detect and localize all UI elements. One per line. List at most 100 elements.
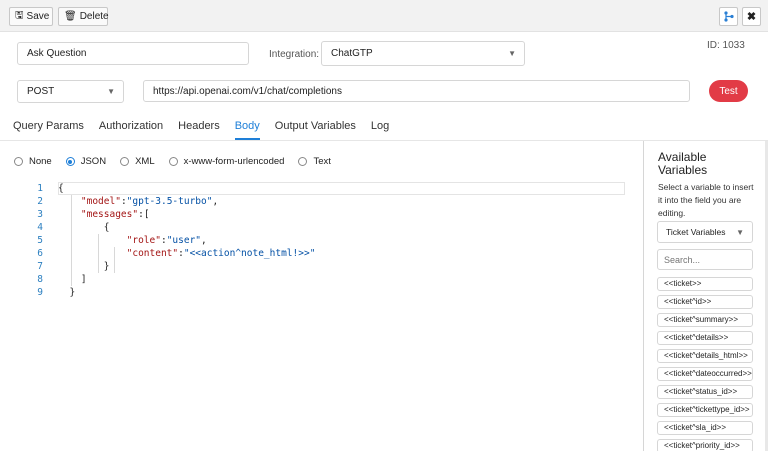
panel-description: Select a variable to insert it into the … <box>658 182 754 218</box>
name-field-value: Ask Question <box>27 48 87 59</box>
variable-item[interactable]: <<ticket^status_id>> <box>657 385 753 399</box>
code-line: "role":"user", <box>58 234 625 247</box>
line-number: 4 <box>37 222 43 233</box>
code-line: } <box>58 286 625 299</box>
radio-xml[interactable]: XML <box>120 156 155 167</box>
workflow-button[interactable] <box>719 7 738 26</box>
line-number: 5 <box>37 235 43 246</box>
radio-label: JSON <box>80 156 107 167</box>
tab-authorization[interactable]: Authorization <box>99 120 163 140</box>
panel-title: Available Variables <box>658 150 708 177</box>
radio-label: XML <box>135 156 155 167</box>
tab-body[interactable]: Body <box>234 120 260 140</box>
chevron-down-icon: ▼ <box>736 227 744 237</box>
tab-query-params[interactable]: Query Params <box>13 120 84 140</box>
test-button-label: Test <box>719 85 738 97</box>
line-number: 9 <box>37 287 43 298</box>
floppy-disk-icon: 🖫 <box>15 10 24 21</box>
delete-label: Delete <box>79 11 109 22</box>
radio-circle-icon[interactable] <box>298 157 308 166</box>
method-select[interactable]: POST ▼ <box>17 80 124 103</box>
json-punctuation: } <box>103 261 110 272</box>
chevron-down-icon: ▼ <box>508 49 516 58</box>
code-line: ] <box>58 273 625 286</box>
json-string: "user" <box>166 235 202 246</box>
code-line: "model":"gpt-3.5-turbo", <box>58 195 625 208</box>
json-key: "role" <box>126 235 161 246</box>
trash-icon: 🗑 <box>64 11 77 22</box>
variable-list: <<ticket>> <<ticket^id>> <<ticket^summary>… <box>657 277 753 451</box>
line-number: 8 <box>37 274 43 285</box>
variable-item[interactable]: <<ticket^tickettype_id>> <box>657 403 753 417</box>
radio-x-www-form-urlencoded[interactable]: x-www-form-urlencoded <box>168 156 285 167</box>
line-number: 3 <box>37 209 43 220</box>
radio-label: Text <box>313 156 331 167</box>
json-punctuation: { <box>103 222 110 233</box>
line-number-gutter: 1 2 3 4 5 6 7 8 9 <box>25 182 43 299</box>
json-string: "gpt-3.5-turbo" <box>126 196 213 207</box>
body-type-radio-group: None JSON XML x-www-form-urlencoded Text <box>14 156 345 167</box>
variable-item[interactable]: <<ticket^priority_id>> <box>657 439 753 451</box>
code-line: "content":"<<action^note_html!>>" <box>58 247 625 260</box>
url-field-value: https://api.openai.com/v1/chat/completio… <box>153 85 342 97</box>
variable-item[interactable]: <<ticket^dateoccurred>> <box>657 367 753 381</box>
line-number: 2 <box>37 196 43 207</box>
delete-button[interactable]: 🗑 Delete <box>58 7 109 26</box>
json-key: "messages" <box>80 209 139 220</box>
json-punctuation: { <box>58 183 64 194</box>
record-id-label: ID: 1033 <box>707 40 745 51</box>
method-select-value: POST <box>27 86 55 97</box>
code-line: "messages":[ <box>58 208 625 221</box>
radio-json[interactable]: JSON <box>65 156 107 167</box>
integration-select[interactable]: ChatGTP ▼ <box>321 41 525 66</box>
code-content[interactable]: { "model":"gpt-3.5-turbo", "messages":[ … <box>58 182 625 299</box>
radio-circle-icon[interactable] <box>65 157 75 166</box>
close-icon: ✖ <box>746 11 757 23</box>
radio-circle-icon[interactable] <box>14 157 23 166</box>
variable-item[interactable]: <<ticket^details>> <box>657 331 753 345</box>
variable-item[interactable]: <<ticket^summary>> <box>657 313 753 327</box>
toolbar: 🖫 Save 🗑 Delete ✖ <box>0 0 768 32</box>
save-label: Save <box>26 11 50 22</box>
available-variables-panel: Available Variables Select a variable to… <box>643 141 768 451</box>
code-line: { <box>58 182 625 195</box>
json-punctuation: ] <box>80 274 87 285</box>
code-editor[interactable]: 1 2 3 4 5 6 7 8 9 { "model":"gpt-3.5-turbo", "me… <box>25 182 625 312</box>
code-line: } <box>58 260 625 273</box>
name-field[interactable]: Ask Question <box>17 42 249 65</box>
json-key: "content" <box>126 248 179 259</box>
tab-headers[interactable]: Headers <box>178 120 220 140</box>
line-number: 1 <box>37 183 43 194</box>
variable-item[interactable]: <<ticket>> <box>657 277 753 291</box>
variable-item[interactable]: <<ticket^details_html>> <box>657 349 753 363</box>
radio-none[interactable]: None <box>14 156 52 167</box>
radio-text[interactable]: Text <box>298 156 331 167</box>
tab-log[interactable]: Log <box>371 120 389 140</box>
tab-bar: Query Params Authorization Headers Body Outp… <box>13 120 389 140</box>
radio-circle-icon[interactable] <box>168 157 178 166</box>
integration-label: Integration: <box>269 49 320 60</box>
json-string: "<<action^note_html!>>" <box>183 248 316 259</box>
variable-item[interactable]: <<ticket^sla_id>> <box>657 421 753 435</box>
variable-type-select[interactable]: Ticket Variables ▼ <box>657 221 753 243</box>
json-key: "model" <box>80 196 121 207</box>
radio-label: x-www-form-urlencoded <box>183 156 285 167</box>
variable-item[interactable]: <<ticket^id>> <box>657 295 753 309</box>
close-button[interactable]: ✖ <box>742 7 761 26</box>
line-number: 6 <box>37 248 43 259</box>
code-line: { <box>58 221 625 234</box>
json-punctuation: , <box>201 235 207 246</box>
radio-label: None <box>29 156 52 167</box>
line-number: 7 <box>37 261 43 272</box>
url-field[interactable]: https://api.openai.com/v1/chat/completio… <box>143 80 690 102</box>
variable-type-value: Ticket Variables <box>666 227 726 237</box>
tab-output-variables[interactable]: Output Variables <box>275 120 356 140</box>
json-punctuation: } <box>69 287 76 298</box>
workflow-icon <box>724 11 734 22</box>
json-punctuation: :[ <box>138 209 150 220</box>
test-button[interactable]: Test <box>709 80 748 102</box>
save-button[interactable]: 🖫 Save <box>9 7 53 26</box>
variable-search-input[interactable] <box>657 249 753 270</box>
integration-select-value: ChatGTP <box>331 48 373 59</box>
radio-circle-icon[interactable] <box>120 157 130 166</box>
